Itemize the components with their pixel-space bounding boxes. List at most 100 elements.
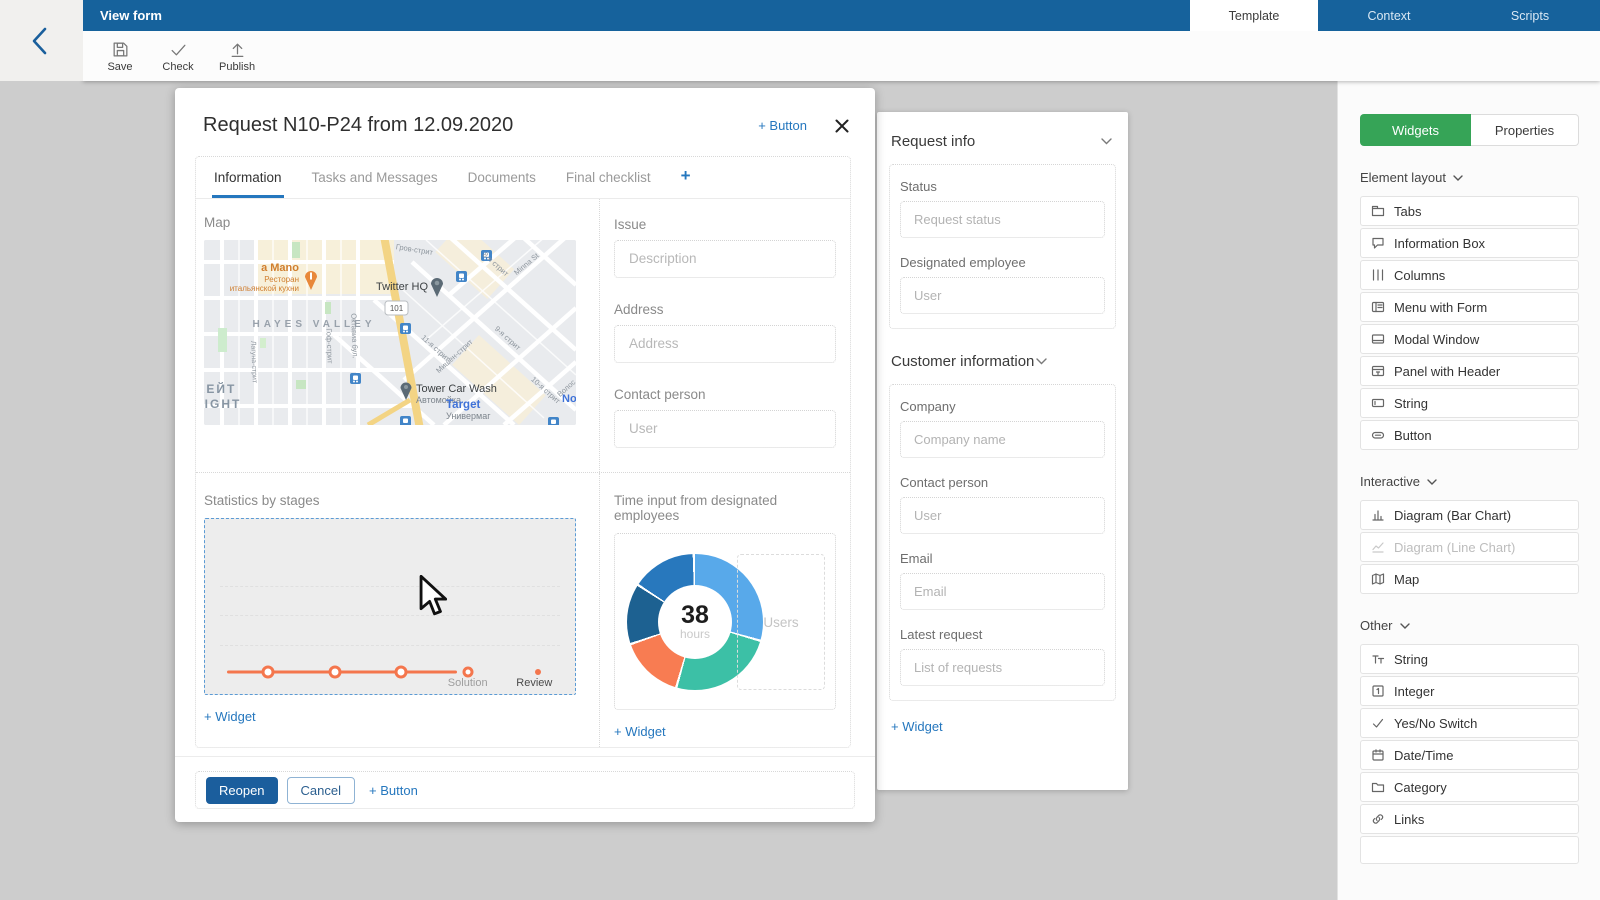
widget-item-button[interactable]: Button bbox=[1360, 420, 1579, 450]
tab-properties[interactable]: Properties bbox=[1471, 114, 1579, 146]
tab-information[interactable]: Information bbox=[212, 158, 284, 198]
publish-icon bbox=[228, 40, 247, 59]
group-interactive[interactable]: Interactive bbox=[1360, 474, 1579, 489]
customer-contact-input[interactable]: User bbox=[900, 497, 1105, 534]
modal-title: Request N10-P24 from 12.09.2020 bbox=[203, 114, 758, 137]
stage-label-review: Review bbox=[516, 677, 552, 689]
svg-text:101: 101 bbox=[390, 304, 404, 313]
publish-button[interactable]: Publish bbox=[219, 40, 255, 73]
tab-documents[interactable]: Documents bbox=[466, 158, 538, 198]
check-icon bbox=[1371, 716, 1385, 730]
folder-icon bbox=[1371, 780, 1385, 794]
chevron-down-icon[interactable] bbox=[1036, 358, 1047, 365]
chevron-down-icon[interactable] bbox=[1101, 138, 1112, 145]
button-icon bbox=[1371, 428, 1385, 442]
information-box-icon bbox=[1371, 236, 1385, 250]
tab-widgets[interactable]: Widgets bbox=[1360, 114, 1471, 146]
save-button[interactable]: Save bbox=[103, 40, 137, 73]
field-item-links[interactable]: Links bbox=[1360, 804, 1579, 834]
widget-item-tabs[interactable]: Tabs bbox=[1360, 196, 1579, 226]
svg-text:a Mano: a Mano bbox=[261, 262, 299, 274]
tab-tasks-and-messages[interactable]: Tasks and Messages bbox=[310, 158, 440, 198]
latest-request-label: Latest request bbox=[900, 627, 1105, 642]
form-canvas: Information Tasks and Messages Documents… bbox=[195, 156, 851, 748]
company-label: Company bbox=[900, 399, 1105, 414]
stats-chart-title: Statistics by stages bbox=[204, 493, 583, 508]
check-icon bbox=[169, 40, 188, 59]
group-element-layout[interactable]: Element layout bbox=[1360, 170, 1579, 185]
panel-with-header-icon bbox=[1371, 364, 1385, 378]
widget-item-diagram-bar-chart[interactable]: Diagram (Bar Chart) bbox=[1360, 500, 1579, 530]
donut-chart-widget[interactable]: 38 hours Users bbox=[614, 533, 836, 710]
line-chart-icon bbox=[1371, 540, 1385, 554]
latest-request-input[interactable]: List of requests bbox=[900, 649, 1105, 686]
widget-item-diagram-line-chart: Diagram (Line Chart) bbox=[1360, 532, 1579, 562]
customer-contact-label: Contact person bbox=[900, 475, 1105, 490]
email-input[interactable]: Email bbox=[900, 573, 1105, 610]
group-other[interactable]: Other bbox=[1360, 618, 1579, 633]
check-button[interactable]: Check bbox=[161, 40, 195, 73]
close-icon[interactable] bbox=[835, 119, 849, 133]
tabs-icon bbox=[1371, 204, 1385, 218]
donut-center: 38 hours bbox=[658, 585, 732, 659]
widget-item-string-layout[interactable]: String bbox=[1360, 388, 1579, 418]
svg-text:Target: Target bbox=[446, 399, 480, 411]
add-header-button-link[interactable]: + Button bbox=[758, 118, 807, 133]
field-item-date-time[interactable]: Date/Time bbox=[1360, 740, 1579, 770]
columns-icon bbox=[1371, 268, 1385, 282]
line-chart-widget[interactable]: Solution Review bbox=[204, 518, 576, 695]
tab-scripts[interactable]: Scripts bbox=[1460, 0, 1600, 31]
company-input[interactable]: Company name bbox=[900, 421, 1105, 458]
field-item-yes-no-switch[interactable]: Yes/No Switch bbox=[1360, 708, 1579, 738]
add-tab-button[interactable]: + bbox=[679, 166, 693, 198]
map-widget[interactable]: 101 bbox=[204, 240, 576, 425]
add-widget-link-right[interactable]: + Widget bbox=[614, 724, 666, 739]
svg-text:КЕЙТ: КЕЙТ bbox=[204, 381, 236, 396]
menu-with-form-icon bbox=[1371, 300, 1385, 314]
tab-template[interactable]: Template bbox=[1190, 0, 1318, 31]
stage-label-solution: Solution bbox=[448, 677, 488, 689]
donut-value: 38 bbox=[681, 603, 709, 627]
svg-text:Гоф-стрит: Гоф-стрит bbox=[324, 328, 334, 364]
widget-item-columns[interactable]: Columns bbox=[1360, 260, 1579, 290]
top-left-corner bbox=[0, 0, 83, 81]
chevron-down-icon bbox=[1400, 623, 1410, 629]
map-label: Map bbox=[204, 215, 583, 230]
address-label: Address bbox=[614, 302, 836, 317]
svg-text:Октавиа бул.: Октавиа бул. bbox=[349, 313, 360, 359]
add-widget-link-left[interactable]: + Widget bbox=[204, 709, 256, 724]
address-input[interactable]: Address bbox=[614, 325, 836, 363]
request-info-group: Status Request status Designated employe… bbox=[889, 164, 1116, 329]
reopen-button[interactable]: Reopen bbox=[206, 777, 278, 804]
tab-context[interactable]: Context bbox=[1318, 0, 1460, 31]
integer-icon bbox=[1371, 684, 1385, 698]
field-item-integer[interactable]: Integer bbox=[1360, 676, 1579, 706]
empty-widget-slot bbox=[1360, 836, 1579, 864]
text-type-icon bbox=[1371, 652, 1385, 666]
add-widget-link-panel[interactable]: + Widget bbox=[891, 719, 943, 734]
widget-item-modal-window[interactable]: Modal Window bbox=[1360, 324, 1579, 354]
designated-employee-input[interactable]: User bbox=[900, 277, 1105, 314]
back-button[interactable] bbox=[28, 26, 52, 56]
widget-item-panel-with-header[interactable]: Panel with Header bbox=[1360, 356, 1579, 386]
field-item-string[interactable]: String bbox=[1360, 644, 1579, 674]
users-legend-placeholder[interactable]: Users bbox=[737, 554, 825, 690]
form-modal: Request N10-P24 from 12.09.2020 + Button… bbox=[175, 88, 875, 822]
svg-text:Ресторан: Ресторан bbox=[264, 275, 299, 284]
add-footer-button-link[interactable]: + Button bbox=[369, 783, 418, 798]
widget-item-menu-with-form[interactable]: Menu with Form bbox=[1360, 292, 1579, 322]
contact-person-input[interactable]: User bbox=[614, 410, 836, 448]
widget-item-information-box[interactable]: Information Box bbox=[1360, 228, 1579, 258]
form-tabs: Information Tasks and Messages Documents… bbox=[196, 157, 850, 199]
designated-employee-label: Designated employee bbox=[900, 255, 1105, 270]
sidebar-tabs: Widgets Properties bbox=[1360, 114, 1579, 146]
top-bar: View form Template Context Scripts bbox=[83, 0, 1600, 31]
toolbar: Save Check Publish bbox=[83, 31, 1600, 81]
save-icon bbox=[111, 40, 130, 59]
widget-item-map[interactable]: Map bbox=[1360, 564, 1579, 594]
status-input[interactable]: Request status bbox=[900, 201, 1105, 238]
field-item-category[interactable]: Category bbox=[1360, 772, 1579, 802]
issue-input[interactable]: Description bbox=[614, 240, 836, 278]
tab-final-checklist[interactable]: Final checklist bbox=[564, 158, 653, 198]
cancel-button[interactable]: Cancel bbox=[287, 777, 355, 804]
